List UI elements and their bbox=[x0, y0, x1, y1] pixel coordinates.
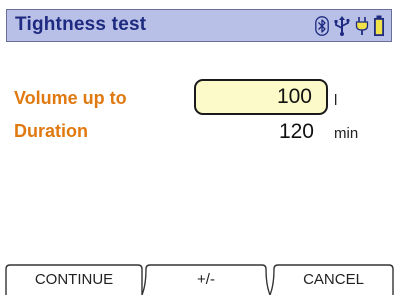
volume-unit: l bbox=[334, 92, 338, 109]
bluetooth-icon bbox=[315, 16, 329, 36]
page-title: Tightness test bbox=[15, 14, 147, 35]
usb-icon bbox=[334, 16, 350, 36]
duration-label: Duration bbox=[14, 121, 88, 141]
volume-label: Volume up to bbox=[14, 88, 127, 108]
plus-minus-button[interactable]: +/- bbox=[148, 263, 264, 295]
device-screen: Tightness test Volume up to 100 l Durati… bbox=[0, 0, 400, 295]
cancel-button[interactable]: CANCEL bbox=[276, 263, 391, 295]
softkey-bar: CONTINUE +/- CANCEL bbox=[0, 263, 400, 295]
duration-unit: min bbox=[334, 125, 359, 142]
power-plug-icon bbox=[355, 17, 369, 35]
battery-icon bbox=[374, 15, 384, 36]
volume-input[interactable]: 100 bbox=[194, 79, 328, 115]
continue-button[interactable]: CONTINUE bbox=[8, 263, 140, 295]
title-bar: Tightness test bbox=[6, 9, 392, 42]
status-icons bbox=[315, 15, 385, 37]
duration-value[interactable]: 120 bbox=[194, 117, 328, 147]
